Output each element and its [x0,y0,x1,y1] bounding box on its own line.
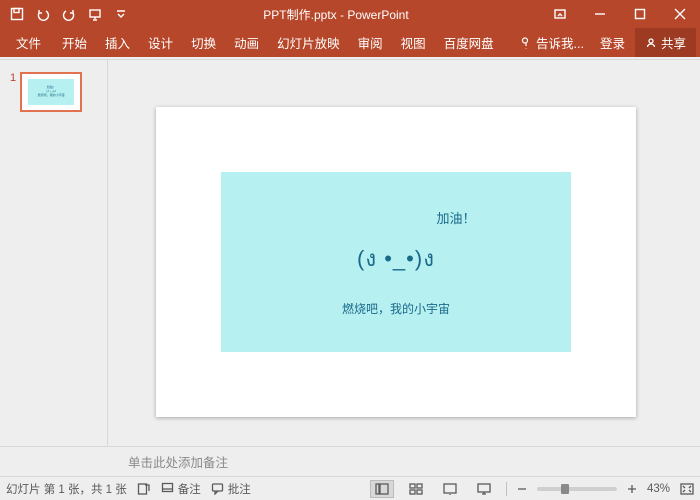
undo-button[interactable] [32,3,54,25]
tab-file[interactable]: 文件 [4,28,53,57]
maximize-button[interactable] [620,0,660,28]
spellcheck-button[interactable] [137,482,151,496]
window-controls [540,0,700,28]
thumbnail-preview: 加油！ (ง •_•)ง 燃烧吧，我的小宇宙 [20,72,82,112]
tab-design[interactable]: 设计 [139,28,182,57]
ribbon-options-button[interactable] [540,0,580,28]
minimize-button[interactable] [580,0,620,28]
slide-thumbnails-panel: 1 加油！ (ง •_•)ง 燃烧吧，我的小宇宙 [0,60,108,446]
tab-view[interactable]: 视图 [392,28,435,57]
zoom-out-button[interactable] [517,484,527,494]
window-title: PPT制作.pptx - PowerPoint [132,6,540,23]
zoom-slider[interactable] [537,487,617,491]
tab-baidu[interactable]: 百度网盘 [435,28,503,57]
notes-placeholder: 单击此处添加备注 [128,452,228,471]
zoom-percent[interactable]: 43% [647,483,670,495]
zoom-in-button[interactable] [627,484,637,494]
slide-text-mid: (ง •_•)ง [357,241,435,276]
qat-customize-button[interactable] [110,3,132,25]
slide-content-box[interactable]: 加油！ (ง •_•)ง 燃烧吧，我的小宇宙 [221,172,571,352]
fit-to-window-button[interactable] [680,483,694,495]
notes-toggle[interactable]: 备注 [161,481,201,497]
reading-view-button[interactable] [438,480,462,498]
start-from-beginning-button[interactable] [84,3,106,25]
notes-pane[interactable]: 单击此处添加备注 [0,446,700,476]
slide-counter[interactable]: 幻灯片 第 1 张，共 1 张 [6,481,127,497]
tell-me-label: 告诉我... [536,33,584,52]
quick-access-toolbar [0,3,132,25]
signin-button[interactable]: 登录 [590,33,635,52]
tab-review[interactable]: 审阅 [349,28,392,57]
title-bar: PPT制作.pptx - PowerPoint [0,0,700,28]
tab-animations[interactable]: 动画 [225,28,268,57]
zoom-slider-thumb[interactable] [561,484,569,494]
tab-insert[interactable]: 插入 [96,28,139,57]
slideshow-view-button[interactable] [472,480,496,498]
close-button[interactable] [660,0,700,28]
slide-text-bot: 燃烧吧，我的小宇宙 [342,300,450,317]
tab-home[interactable]: 开始 [53,28,96,57]
redo-button[interactable] [58,3,80,25]
sorter-view-button[interactable] [404,480,428,498]
slide-editor[interactable]: 加油！ (ง •_•)ง 燃烧吧，我的小宇宙 [108,60,684,446]
slide-canvas[interactable]: 加油！ (ง •_•)ง 燃烧吧，我的小宇宙 [156,107,636,417]
share-label: 共享 [661,33,686,52]
status-bar: 幻灯片 第 1 张，共 1 张 备注 批注 43% [0,476,700,500]
slide-text-top: 加油！ [436,208,475,227]
thumbnail-number: 1 [10,72,16,84]
tab-transitions[interactable]: 切换 [182,28,225,57]
vertical-scrollbar[interactable] [684,60,700,446]
tab-slideshow[interactable]: 幻灯片放映 [268,28,349,57]
work-area: 1 加油！ (ง •_•)ง 燃烧吧，我的小宇宙 加油！ (ง •_•)ง 燃烧… [0,60,700,446]
normal-view-button[interactable] [370,480,394,498]
save-button[interactable] [6,3,28,25]
thumbnail-1[interactable]: 1 加油！ (ง •_•)ง 燃烧吧，我的小宇宙 [10,72,82,112]
comments-toggle[interactable]: 批注 [211,481,251,497]
share-button[interactable]: 共享 [635,28,696,57]
tell-me-button[interactable]: 告诉我... [514,33,590,52]
ribbon-tabs: 文件 开始 插入 设计 切换 动画 幻灯片放映 审阅 视图 百度网盘 告诉我..… [0,28,700,57]
